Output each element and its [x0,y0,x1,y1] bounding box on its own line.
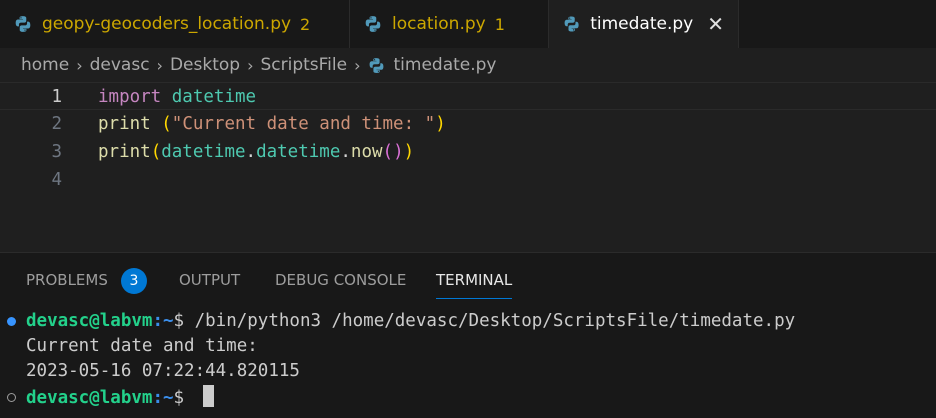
code-text: print(datetime.datetime.now()) [98,142,415,162]
terminal-output-line: Current date and time: [26,336,258,356]
tab-location[interactable]: location.py 1 [350,0,549,48]
tab-geopy-geocoders-location[interactable]: geopy-geocoders_location.py 2 [0,0,350,48]
close-icon[interactable]: ✕ [707,12,724,36]
line-number: 3 [51,142,62,162]
prompt-path: :~ [152,311,174,331]
code-line[interactable]: 1 import datetime [0,82,936,110]
problem-count: 2 [300,14,311,34]
python-file-icon [564,16,579,32]
terminal-output-line: 2023-05-16 07:22:44.820115 [26,361,300,381]
prompt-suffix: $ [173,311,195,331]
tab-problems[interactable]: PROBLEMS [26,253,108,299]
python-file-icon [365,16,381,32]
code-editor[interactable]: 1 import datetime 2 print ("Current date… [0,82,936,252]
method-name: now [350,142,383,162]
class-name: datetime [256,142,341,162]
prompt-user: devasc@labvm [26,311,153,331]
prompt-path: :~ [152,388,174,408]
chevron-right-icon: › [76,55,83,75]
module-name: datetime [171,87,257,107]
command-pending-icon[interactable] [7,393,16,402]
python-file-icon [369,57,383,73]
chevron-right-icon: › [354,55,361,75]
tab-filename: location.py [392,14,486,34]
prompt-user: devasc@labvm [26,388,153,408]
problems-count-badge: 3 [121,268,147,294]
prompt-suffix: $ [173,388,195,408]
tab-timedate[interactable]: timedate.py ✕ [549,0,739,48]
breadcrumb-item-desktop[interactable]: Desktop [170,55,240,75]
line-number: 4 [51,170,62,190]
chevron-right-icon: › [156,55,163,75]
line-number: 1 [51,87,62,107]
tab-terminal[interactable]: TERMINAL [436,253,513,299]
line-number: 2 [51,114,62,134]
breadcrumb-item-devasc[interactable]: devasc [90,55,150,75]
keyword: import [98,87,162,107]
problem-count: 1 [494,14,505,34]
terminal[interactable]: devasc@labvm:~$ /bin/python3 /home/devas… [0,299,936,418]
code-text: print ("Current date and time: ") [98,114,446,134]
terminal-command: /bin/python3 /home/devasc/Desktop/Script… [194,311,796,331]
code-line[interactable]: 3 print(datetime.datetime.now()) [0,138,936,166]
editor-tab-bar: geopy-geocoders_location.py 2 location.p… [0,0,936,48]
code-text: import datetime [98,83,256,111]
tab-debug-console[interactable]: DEBUG CONSOLE [275,253,406,299]
function-name: print [98,142,151,162]
terminal-command-line: devasc@labvm:~$ /bin/python3 /home/devas… [26,309,795,334]
breadcrumb-item-scriptsfile[interactable]: ScriptsFile [260,55,347,75]
tab-filename: geopy-geocoders_location.py [42,14,292,34]
panel-tab-bar: PROBLEMS 3 OUTPUT DEBUG CONSOLE TERMINAL [0,253,936,299]
terminal-prompt-line[interactable]: devasc@labvm:~$ [26,385,214,411]
terminal-cursor [202,385,214,407]
code-line[interactable]: 4 [0,166,936,194]
module-name: datetime [161,142,246,162]
tab-output[interactable]: OUTPUT [179,253,240,299]
function-name: print [98,114,151,134]
command-success-icon[interactable] [7,317,16,326]
breadcrumb-item-home[interactable]: home [21,55,69,75]
code-line[interactable]: 2 print ("Current date and time: ") [0,110,936,138]
tab-filename: timedate.py [590,14,694,34]
breadcrumb-item-file[interactable]: timedate.py [394,55,497,75]
string-literal: "Current date and time: " [171,114,436,134]
breadcrumb: home › devasc › Desktop › ScriptsFile › … [0,48,936,82]
python-file-icon [15,16,31,32]
chevron-right-icon: › [247,55,254,75]
